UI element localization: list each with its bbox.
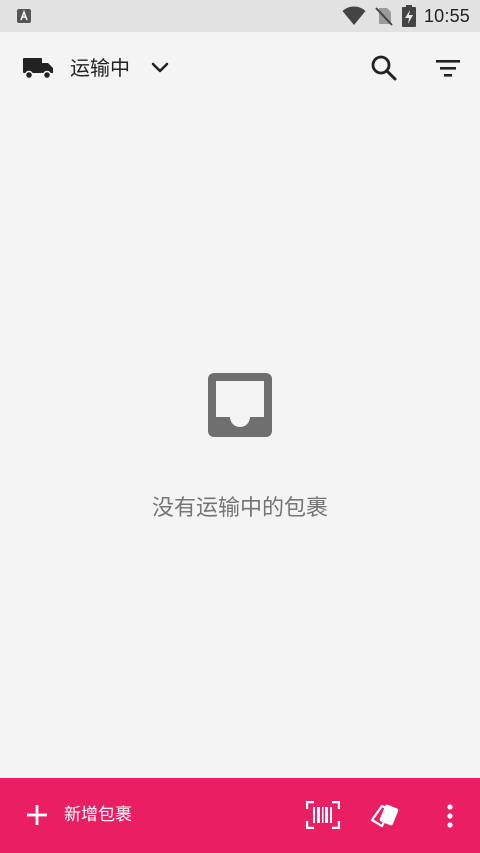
filter-icon[interactable] [434,56,462,80]
add-icon[interactable] [26,804,48,826]
wifi-icon [342,6,366,25]
tags-icon[interactable] [370,800,402,832]
status-time: 10:55 [423,5,470,26]
app-a-icon [17,9,31,23]
top-toolbar: 运输中 [0,32,480,104]
truck-icon [23,58,53,80]
add-package-button[interactable]: 新增包裹 [64,802,132,828]
battery-charging-icon [401,5,416,27]
status-bar: 10:55 [0,0,480,32]
more-vert-icon[interactable] [440,802,460,830]
bottom-action-bar: 新增包裹 [0,778,480,853]
status-filter-title[interactable]: 运输中 [70,54,130,82]
barcode-scan-icon[interactable] [306,801,340,829]
inbox-icon [208,373,272,437]
no-sim-icon [375,7,393,26]
search-icon[interactable] [370,54,398,82]
chevron-down-icon[interactable] [148,56,172,80]
status-icons: 10:55 [342,0,470,32]
empty-message: 没有运输中的包裹 [151,496,328,521]
